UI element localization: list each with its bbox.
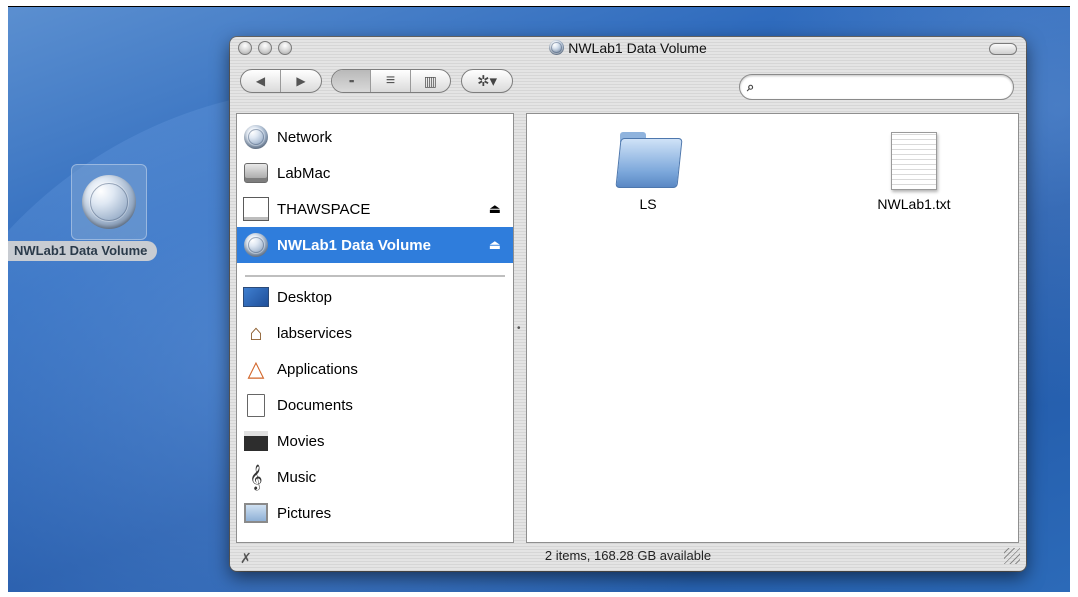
sidebar-item-movies[interactable]: Movies [237, 423, 513, 459]
window-title-text: NWLab1 Data Volume [568, 40, 707, 56]
music-icon: 𝄞 [249, 464, 263, 489]
sidebar-item-pictures[interactable]: Pictures [237, 495, 513, 531]
sidebar-item-label: Documents [277, 396, 353, 414]
column-view-icon: ▥ [423, 72, 437, 89]
text-document-icon [891, 132, 937, 190]
sidebar-item-labmac[interactable]: LabMac [237, 155, 513, 191]
forward-button[interactable]: ▶ [281, 70, 321, 92]
sidebar-item-label: Network [277, 128, 333, 146]
file-item-folder[interactable]: LS [583, 132, 713, 212]
back-button[interactable]: ◀ [241, 70, 282, 92]
file-name: NWLab1.txt [877, 196, 951, 212]
desktop-volume-icon[interactable] [71, 164, 147, 240]
sidebar-item-label: Movies [277, 432, 325, 450]
desktop-icon [243, 284, 269, 310]
file-name: LS [639, 196, 657, 212]
search-icon: ⌕ [747, 79, 755, 94]
sidebar-item-label: labservices [277, 324, 353, 342]
sidebar-item-desktop[interactable]: Desktop [237, 279, 513, 315]
sidebar-item-documents[interactable]: Documents [237, 387, 513, 423]
list-view-button[interactable]: ≡ [371, 70, 411, 92]
sidebar-divider [245, 275, 505, 277]
icon-view-icon: ▪▪ [348, 76, 354, 86]
network-globe-icon [82, 175, 136, 229]
back-forward-group: ◀ ▶ [240, 69, 322, 93]
home-icon: ⌂ [249, 320, 263, 345]
sidebar-item-label: Music [277, 468, 317, 486]
toolbar-toggle-button[interactable] [989, 43, 1017, 55]
sidebar-item-music[interactable]: 𝄞 Music [237, 459, 513, 495]
sidebar-splitter[interactable]: • [514, 113, 526, 543]
white-drive-icon [243, 196, 269, 222]
lock-icon: ✗ [240, 550, 252, 566]
action-menu-button[interactable]: ✲▾ [461, 69, 513, 93]
sidebar-item-label: NWLab1 Data Volume [277, 236, 431, 254]
finder-window: NWLab1 Data Volume ◀ ▶ ▪▪ ≡ ▥ ✲▾ ⌕ Netwo… [230, 37, 1026, 571]
sidebar-item-applications[interactable]: △ Applications [237, 351, 513, 387]
desktop: NWLab1 Data Volume NWLab1 Data Volume ◀ … [8, 6, 1070, 592]
sidebar-item-label: THAWSPACE [277, 200, 371, 218]
forward-arrow-icon: ▶ [296, 74, 306, 88]
file-browser-pane[interactable]: LS NWLab1.txt [526, 113, 1019, 543]
network-volume-icon [549, 40, 565, 55]
resize-grip-icon[interactable] [1004, 548, 1020, 564]
sidebar-item-label: Pictures [277, 504, 332, 522]
sidebar-item-thawspace[interactable]: THAWSPACE ⏏ [237, 191, 513, 227]
icon-view-button[interactable]: ▪▪ [332, 70, 372, 92]
view-mode-group: ▪▪ ≡ ▥ [331, 69, 451, 93]
network-volume-icon [243, 232, 269, 258]
splitter-handle-icon: • [517, 323, 521, 334]
documents-icon [243, 392, 269, 418]
sidebar-item-label: Applications [277, 360, 358, 378]
column-view-button[interactable]: ▥ [411, 70, 450, 92]
status-bar: ✗ 2 items, 168.28 GB available [230, 544, 1026, 571]
title-bar[interactable]: NWLab1 Data Volume [230, 37, 1026, 59]
pictures-icon [243, 500, 269, 526]
eject-icon[interactable]: ⏏ [489, 201, 501, 217]
desktop-volume-label[interactable]: NWLab1 Data Volume [8, 241, 158, 261]
back-arrow-icon: ◀ [255, 74, 266, 88]
list-view-icon: ≡ [385, 72, 396, 89]
window-title: NWLab1 Data Volume [230, 40, 1026, 56]
applications-icon: △ [247, 356, 265, 381]
status-text: 2 items, 168.28 GB available [544, 548, 712, 563]
hard-drive-icon [243, 160, 269, 186]
movies-icon [243, 428, 269, 454]
sidebar-item-label: LabMac [277, 164, 331, 182]
sidebar-item-label: Desktop [277, 288, 333, 306]
search-input[interactable] [764, 78, 1004, 96]
sidebar: Network LabMac THAWSPACE ⏏ NWLab1 Data V… [236, 113, 514, 543]
folder-icon [614, 132, 683, 190]
gear-icon: ✲▾ [476, 73, 498, 90]
eject-icon[interactable]: ⏏ [489, 237, 501, 253]
sidebar-item-nwlab1-data-volume[interactable]: NWLab1 Data Volume ⏏ [237, 227, 513, 263]
sidebar-item-labservices[interactable]: ⌂ labservices [237, 315, 513, 351]
sidebar-item-network[interactable]: Network [237, 119, 513, 155]
network-globe-icon [243, 124, 269, 150]
file-item-document[interactable]: NWLab1.txt [849, 132, 979, 212]
search-field[interactable]: ⌕ [739, 74, 1014, 100]
